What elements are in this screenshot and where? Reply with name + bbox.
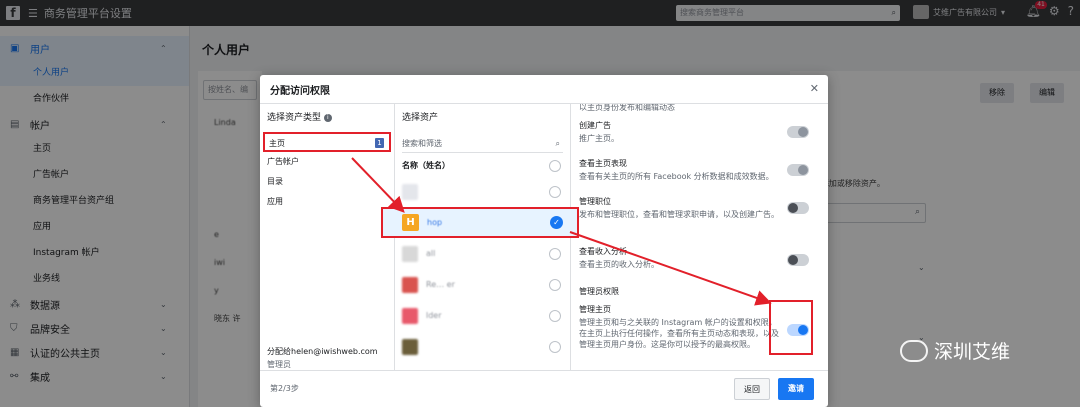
asset-search-input[interactable]: 搜索和筛选 ⌕ bbox=[402, 135, 563, 153]
asset-row[interactable]: Re… er bbox=[395, 269, 570, 300]
permission-toggle[interactable] bbox=[787, 164, 809, 176]
asset-name: Re… er bbox=[426, 280, 455, 289]
asset-name: hop bbox=[427, 218, 443, 227]
step-indicator: 第2/3步 bbox=[270, 384, 299, 393]
permission-title: 查看主页表现 bbox=[579, 159, 627, 168]
asset-type-heading: 选择资产类型 i bbox=[260, 104, 394, 132]
permission-manage-jobs: 管理职位 发布和管理职位，查看和管理求职申请，以及创建广告。 bbox=[579, 196, 819, 220]
asset-type-ad-accounts[interactable]: 广告帐户 bbox=[260, 152, 394, 172]
asset-thumbnail bbox=[402, 183, 418, 200]
selected-count-badge: 1 bbox=[375, 138, 384, 148]
select-all-radio[interactable] bbox=[549, 160, 561, 172]
dialog-footer: 第2/3步 返回 邀请 bbox=[260, 370, 828, 407]
search-icon: ⌕ bbox=[555, 139, 560, 148]
close-icon[interactable]: ✕ bbox=[810, 82, 819, 95]
wechat-icon bbox=[900, 339, 928, 362]
permission-item: 以主页身份发布和编辑动态 bbox=[579, 104, 819, 113]
watermark-text: 深圳艾维 bbox=[934, 341, 1011, 363]
asset-thumbnail bbox=[402, 338, 418, 355]
asset-name: lder bbox=[426, 311, 442, 320]
asset-type-heading-label: 选择资产类型 bbox=[267, 113, 322, 123]
permission-desc: 以主页身份发布和编辑动态 bbox=[579, 104, 675, 112]
page-avatar: H bbox=[402, 214, 419, 231]
asset-row[interactable]: lder bbox=[395, 300, 570, 331]
asset-radio[interactable] bbox=[549, 185, 561, 198]
assignee-info: 分配给helen@iwishweb.com 管理员 bbox=[267, 346, 378, 370]
asset-select-column: 选择资产 搜索和筛选 ⌕ 名称（姓名） H hop ✓ all Re… er l… bbox=[381, 104, 579, 370]
name-column-label: 名称（姓名） bbox=[402, 161, 450, 170]
assignee-role: 管理员 bbox=[267, 360, 291, 369]
invite-button[interactable]: 邀请 bbox=[778, 378, 814, 400]
asset-row[interactable] bbox=[395, 331, 570, 362]
asset-radio[interactable] bbox=[549, 309, 561, 322]
asset-radio[interactable] bbox=[549, 247, 561, 260]
asset-type-apps[interactable]: 应用 bbox=[260, 192, 394, 212]
permission-toggle[interactable] bbox=[787, 254, 809, 266]
name-column-header: 名称（姓名） bbox=[395, 156, 570, 176]
permission-desc: 发布和管理职位，查看和管理求职申请，以及创建广告。 bbox=[579, 210, 779, 219]
section-heading: 管理员权限 bbox=[579, 287, 619, 296]
permission-desc: 查看有关主页的所有 Facebook 分析数据和成效数据。 bbox=[579, 172, 774, 181]
dialog-title: 分配访问权限 bbox=[260, 75, 828, 104]
permission-desc: 管理主页和与之关联的 Instagram 帐户的设置和权限，在主页上执行任何操作… bbox=[579, 318, 779, 349]
admin-permissions-heading: 管理员权限 bbox=[579, 286, 819, 297]
asset-select-heading: 选择资产 bbox=[402, 113, 439, 123]
asset-name: all bbox=[426, 249, 436, 258]
highlight-annotation bbox=[769, 300, 813, 355]
permission-create-ads: 创建广告 推广主页。 bbox=[579, 120, 819, 144]
assignee-email: 分配给helen@iwishweb.com bbox=[267, 347, 378, 356]
assign-access-dialog: 分配访问权限 ✕ 选择资产类型 i 主页 1 广告帐户 目录 应用 分配给hel… bbox=[260, 75, 828, 407]
asset-row[interactable] bbox=[395, 176, 570, 207]
asset-row-selected[interactable]: H hop ✓ bbox=[381, 207, 579, 238]
permission-title: 管理职位 bbox=[579, 197, 611, 206]
asset-type-label: 主页 bbox=[269, 139, 285, 148]
permission-desc: 推广主页。 bbox=[579, 134, 619, 143]
asset-thumbnail bbox=[402, 245, 418, 262]
asset-type-catalogs[interactable]: 目录 bbox=[260, 172, 394, 192]
asset-row[interactable]: all bbox=[395, 238, 570, 269]
info-icon[interactable]: i bbox=[323, 113, 332, 122]
permission-title: 创建广告 bbox=[579, 121, 611, 130]
watermark: 深圳艾维 bbox=[900, 337, 1010, 364]
permission-desc: 查看主页的收入分析。 bbox=[579, 260, 659, 269]
asset-type-column: 选择资产类型 i 主页 1 广告帐户 目录 应用 分配给helen@iwishw… bbox=[260, 104, 395, 370]
back-button[interactable]: 返回 bbox=[734, 378, 770, 400]
asset-radio[interactable] bbox=[549, 340, 561, 353]
permission-view-insights: 查看主页表现 查看有关主页的所有 Facebook 分析数据和成效数据。 bbox=[579, 158, 819, 182]
checkmark-icon[interactable]: ✓ bbox=[550, 216, 563, 229]
asset-thumbnail bbox=[402, 276, 418, 293]
permission-revenue-insights: 查看收入分析 查看主页的收入分析。 bbox=[579, 246, 819, 270]
permission-toggle[interactable] bbox=[787, 202, 809, 214]
permission-toggle[interactable] bbox=[787, 126, 809, 138]
asset-radio[interactable] bbox=[549, 278, 561, 291]
asset-type-pages[interactable]: 主页 1 bbox=[263, 132, 391, 152]
asset-thumbnail bbox=[402, 307, 418, 324]
permission-title: 查看收入分析 bbox=[579, 247, 627, 256]
asset-search-placeholder: 搜索和筛选 bbox=[402, 139, 442, 148]
